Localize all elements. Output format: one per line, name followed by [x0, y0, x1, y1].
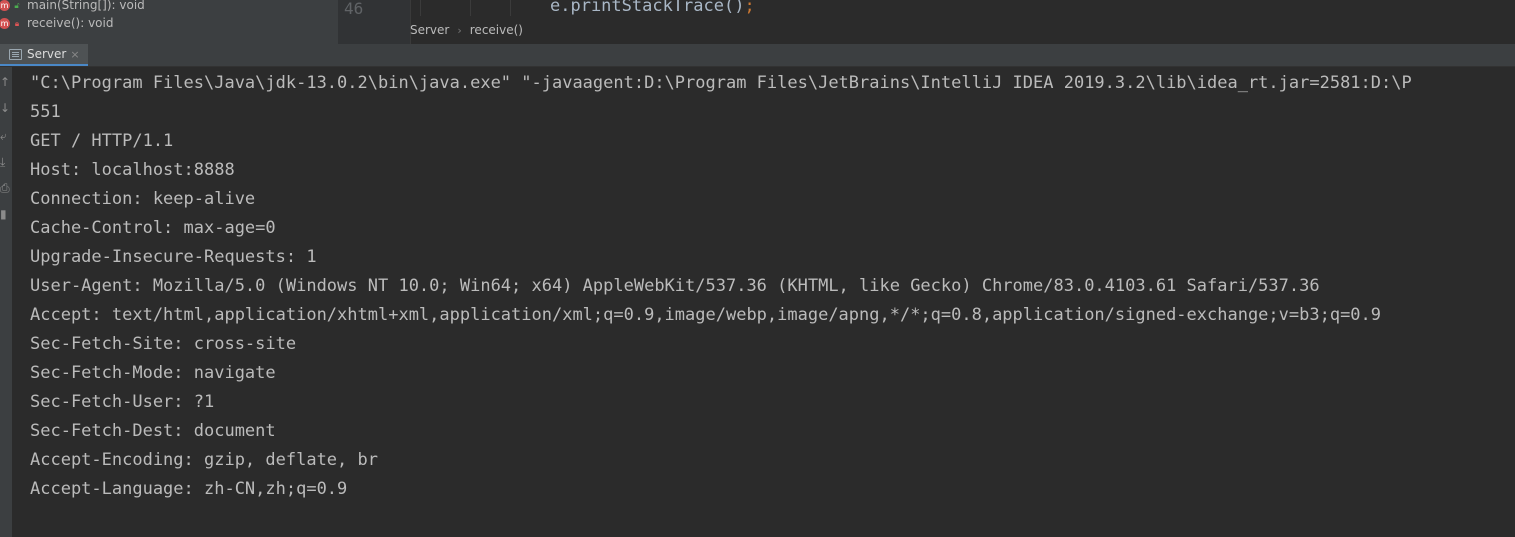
console-line: Accept-Encoding: gzip, deflate, br [30, 450, 378, 470]
console-line: User-Agent: Mozilla/5.0 (Windows NT 10.0… [30, 276, 1320, 296]
line-number: 46 [344, 0, 364, 18]
console-line: Accept-Language: zh-CN,zh;q=0.9 [30, 479, 348, 499]
scroll-up-icon[interactable]: ↑ [0, 75, 12, 89]
console-line: Sec-Fetch-User: ?1 [30, 392, 215, 412]
code-semicolon: ; [744, 0, 755, 16]
code-line[interactable]: e.printStackTrace(); [550, 0, 755, 16]
structure-item-main[interactable]: m 🔓︎ main(String[]): void [0, 0, 145, 14]
scroll-to-end-icon[interactable]: ⤓ [0, 155, 12, 169]
console-line: Accept: text/html,application/xhtml+xml,… [30, 305, 1382, 325]
scroll-down-icon[interactable]: ↓ [0, 101, 12, 115]
breadcrumb-item-class[interactable]: Server [410, 23, 449, 37]
private-visibility-icon: 🔒︎ [14, 18, 20, 28]
clear-icon[interactable]: ▮ [0, 207, 12, 221]
console-line: Connection: keep-alive [30, 189, 256, 209]
console-line: 551 [30, 102, 61, 122]
console-line: Sec-Fetch-Site: cross-site [30, 334, 297, 354]
structure-panel: m 🔓︎ main(String[]): void m 🔒︎ receive()… [0, 0, 338, 44]
indent-guide [470, 0, 471, 16]
structure-item-label: receive(): void [27, 16, 114, 30]
console-line: Upgrade-Insecure-Requests: 1 [30, 247, 317, 267]
breadcrumb: Server › receive() [410, 18, 523, 42]
structure-item-label: main(String[]): void [27, 0, 145, 12]
console-line: Host: localhost:8888 [30, 160, 235, 180]
console-icon [9, 48, 22, 60]
print-icon[interactable]: ⎙ [0, 181, 12, 195]
run-side-toolbar: ↑ ↓ ⤶ ⤓ ⎙ ▮ [0, 67, 12, 537]
public-visibility-icon: 🔓︎ [14, 0, 20, 10]
editor-area: m 🔓︎ main(String[]): void m 🔒︎ receive()… [0, 0, 1515, 44]
console-output[interactable]: "C:\Program Files\Java\jdk-13.0.2\bin\ja… [12, 67, 1515, 537]
breadcrumb-separator: › [457, 23, 462, 37]
run-tabbar: Server × [0, 44, 1515, 67]
soft-wrap-icon[interactable]: ⤶ [0, 129, 12, 143]
breadcrumb-item-method[interactable]: receive() [470, 23, 523, 37]
structure-item-receive[interactable]: m 🔒︎ receive(): void [0, 14, 113, 32]
method-icon: m [0, 0, 10, 11]
console-line: Sec-Fetch-Dest: document [30, 421, 276, 441]
console-line: Cache-Control: max-age=0 [30, 218, 276, 238]
indent-guide [510, 0, 511, 16]
indent-guide [420, 0, 421, 16]
close-icon[interactable]: × [70, 48, 79, 61]
method-icon: m [0, 17, 10, 29]
console-line: "C:\Program Files\Java\jdk-13.0.2\bin\ja… [30, 73, 1412, 93]
console-line: GET / HTTP/1.1 [30, 131, 174, 151]
run-tab-server[interactable]: Server × [0, 44, 88, 66]
console-line: Sec-Fetch-Mode: navigate [30, 363, 276, 383]
run-tab-label: Server [27, 47, 67, 61]
code-text: e.printStackTrace() [550, 0, 745, 16]
